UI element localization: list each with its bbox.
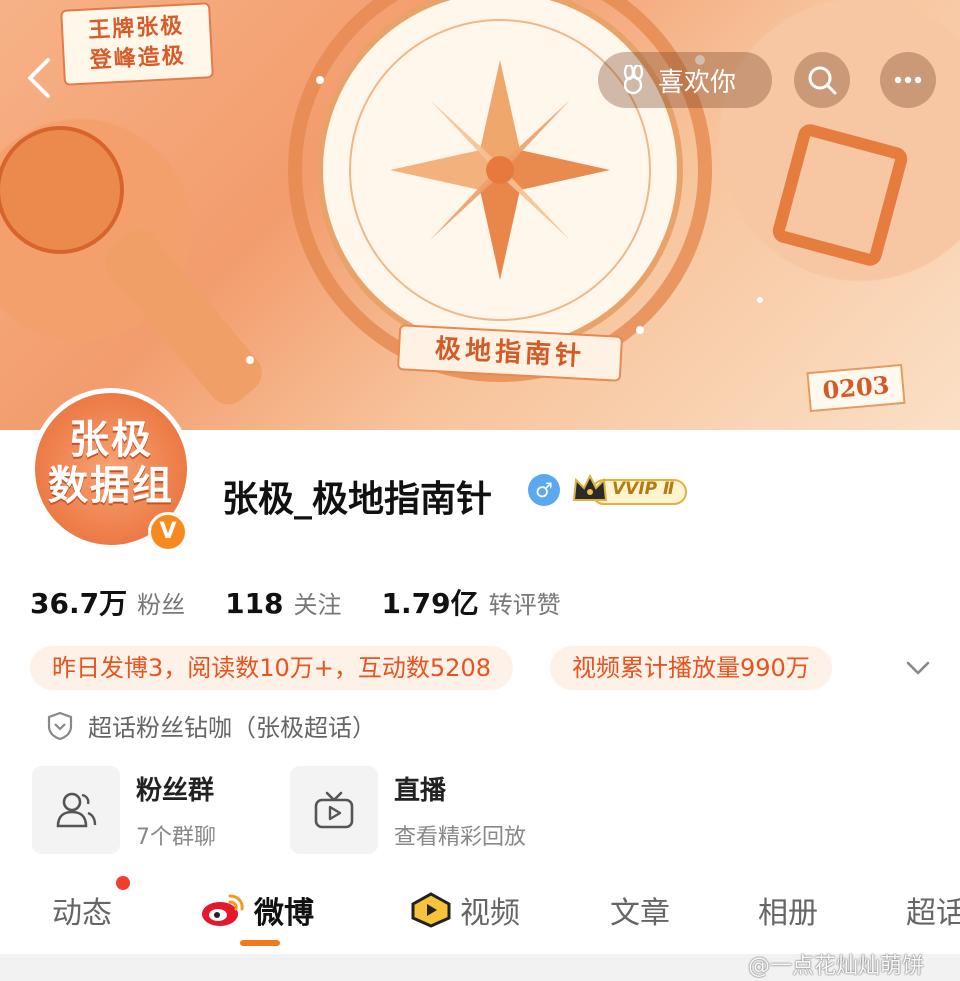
banner-badge: 王牌张极 登峰造极 [60,2,214,86]
banner-badge-line2: 登峰造极 [89,43,187,74]
tab-label: 文章 [610,896,670,931]
back-arrow-icon [28,58,50,98]
chip-video-plays[interactable]: 视频累计播放量990万 [550,646,832,690]
supertopic-label: 超话粉丝钻咖（张极超话） [88,714,376,742]
banner-date: 0203 [806,363,906,413]
card-subtitle: 7个群聊 [136,824,216,850]
card-icon-box [32,766,120,854]
username: 张极_极地指南针 [222,479,493,520]
tab-label: 视频 [460,896,520,931]
stats-row: 36.7万 粉丝 118 关注 1.79亿 转评赞 [30,582,601,622]
gender-male-icon: ♂ [528,474,560,506]
tab-weibo[interactable]: 微博 [200,888,314,932]
card-live[interactable]: 直播 查看精彩回放 [290,766,526,854]
tab-album[interactable]: 相册 [758,888,818,932]
active-tab-indicator [240,940,280,946]
tab-video[interactable]: 视频 [408,888,520,932]
chip-yesterday-stats[interactable]: 昨日发博3，阅读数10万+，互动数5208 [30,646,513,690]
watermark: @一点花灿灿萌饼 [748,954,925,979]
card-fan-groups[interactable]: 粉丝群 7个群聊 [32,766,216,854]
avatar-line2: 数据组 [48,463,174,509]
stat-value: 118 [225,587,284,620]
weibo-logo-icon [202,894,244,926]
vvip-label: VVIP Ⅱ [612,479,675,499]
avatar-text: 张极 数据组 [35,417,187,509]
chevron-down-icon[interactable] [902,652,934,684]
group-icon [56,792,97,828]
search-icon [808,66,837,95]
notification-dot [116,876,130,890]
tab-label: 微博 [254,896,314,931]
avatar-line1: 张极 [69,417,153,463]
card-icon-box [290,766,378,854]
tv-icon [314,791,354,829]
stat-label: 转评赞 [488,591,561,619]
vvip-badge[interactable]: VVIP Ⅱ [572,472,688,508]
stat-label: 粉丝 [137,591,186,619]
tab-label: 动态 [52,896,112,931]
stat-followers[interactable]: 36.7万 粉丝 [30,582,185,622]
video-hexagon-icon [411,892,451,928]
stat-reposts-likes[interactable]: 1.79亿 转评赞 [382,582,561,622]
stat-label: 关注 [293,591,342,619]
back-button[interactable] [18,50,62,106]
tab-supertopic[interactable]: 超话 [906,888,960,932]
tab-articles[interactable]: 文章 [610,888,670,932]
tab-label: 超话 [906,896,960,931]
search-button[interactable] [794,52,850,108]
card-title: 直播 [394,775,447,806]
more-dots-icon [894,76,922,84]
profile-tabs: 动态 微博 视频 文章 相册 超话 [0,872,960,948]
more-button[interactable] [880,52,936,108]
supertopic-row[interactable]: 超话粉丝钻咖（张极超话） [46,708,376,743]
stat-following[interactable]: 118 关注 [225,585,341,620]
shield-icon [47,711,73,740]
bunny-icon [623,65,644,95]
tab-label: 相册 [758,896,818,931]
stat-value: 1.79亿 [381,587,479,620]
tab-feed[interactable]: 动态 [52,888,112,932]
like-you-label: 喜欢你 [658,67,737,98]
like-you-button[interactable]: 喜欢你 [598,52,772,108]
card-title: 粉丝群 [136,775,215,806]
verified-badge-icon: V [148,512,188,552]
card-subtitle: 查看精彩回放 [394,824,527,850]
stat-value: 36.7万 [30,587,128,620]
